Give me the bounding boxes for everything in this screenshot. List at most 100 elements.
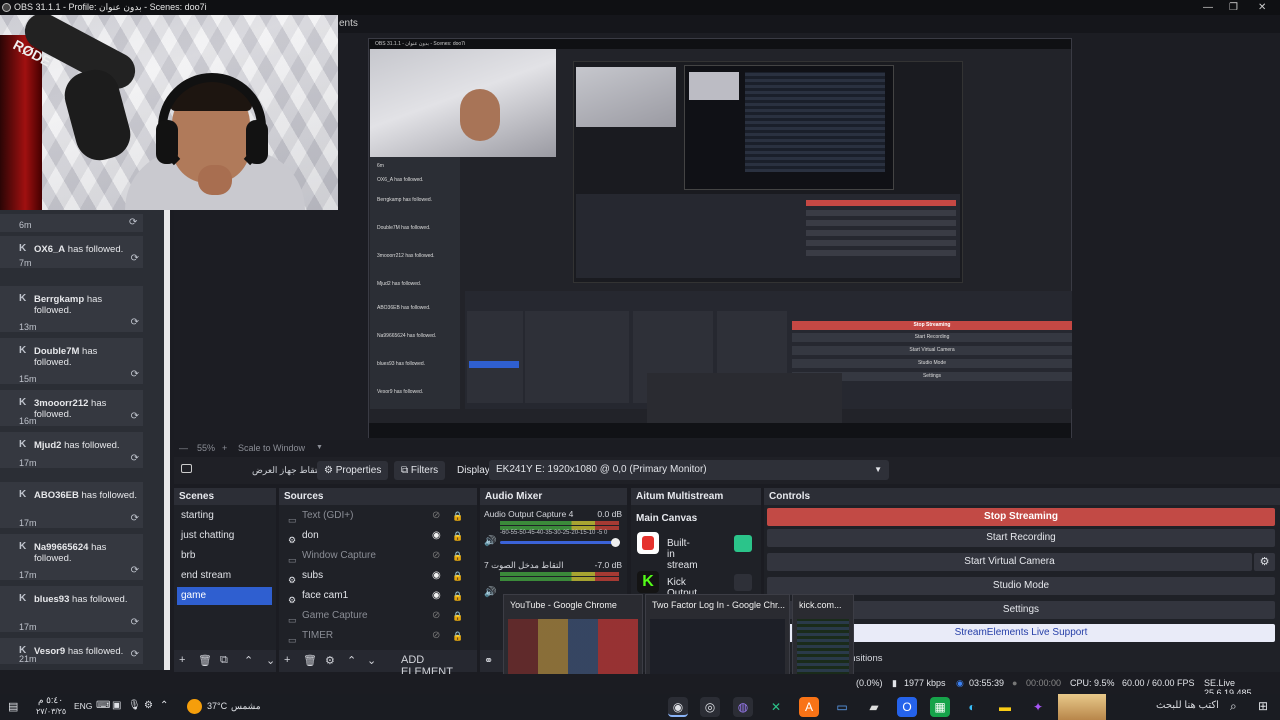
volume-slider[interactable] [500,538,620,547]
stream-time: 03:55:39 [969,678,1005,688]
display-select[interactable]: EK241Y E: 1920x1080 @ 0,0 (Primary Monit… [489,460,889,480]
orange-app-taskbar-icon[interactable]: A [799,697,819,717]
output-toggle[interactable] [734,535,752,552]
language-indicator[interactable]: ENG [74,701,92,711]
search-placeholder[interactable]: اكتب هنا للبحث [1156,700,1219,711]
eye-off-icon[interactable]: ⊘ [432,627,440,645]
settings-tray-icon[interactable]: ⚙ [144,700,153,711]
scale-mode-label[interactable]: Scale to Window [238,440,305,456]
app-taskbar-icon[interactable]: ✕ [766,697,786,717]
virtual-camera-settings-icon[interactable]: ⚙ [1254,553,1275,571]
filters-button[interactable]: ⧉ Filters [394,461,446,480]
weather-desc[interactable]: مشمس [231,701,261,712]
source-item[interactable]: ⚙ subs ◉ 🔒 [282,567,463,585]
source-item[interactable]: ▭ Game Capture ⊘ 🔒 [282,607,463,625]
weather-temp[interactable]: 37°C [207,701,227,711]
mixer-link-icon[interactable]: ⚭ [484,654,493,667]
minimize-icon[interactable]: — [1203,0,1213,15]
restore-icon[interactable]: ❐ [1229,0,1238,15]
discord-taskbar-icon[interactable]: ◍ [733,697,753,717]
eye-off-icon[interactable]: ⊘ [432,507,440,525]
remove-source-icon[interactable]: 🗑 [303,654,317,667]
lock-icon[interactable]: 🔒 [452,627,463,645]
zoom-out-button[interactable]: — [179,440,188,456]
source-move-down-icon[interactable]: ⌄ [367,654,376,667]
windows-start-icon[interactable]: ⊞ [1258,699,1268,713]
source-move-up-icon[interactable]: ⌃ [347,654,356,667]
refresh-icon[interactable]: ⟳ [131,565,139,576]
move-down-icon[interactable]: ⌄ [266,654,275,667]
output-toggle[interactable] [734,574,752,591]
speaker-icon[interactable]: 🔊 [484,536,496,547]
eye-icon[interactable]: ◉ [432,587,441,605]
eye-icon[interactable]: ◉ [432,527,441,545]
clock-date[interactable]: ٢٧/٠٣/٢٥ [36,707,66,716]
edge-taskbar-icon[interactable]: ◐ [962,697,982,717]
move-up-icon[interactable]: ⌃ [244,654,253,667]
lock-icon[interactable]: 🔒 [452,587,463,605]
stop-streaming-button[interactable]: Stop Streaming [767,508,1275,526]
eye-off-icon[interactable]: ⊘ [432,607,440,625]
refresh-icon[interactable]: ⟳ [131,253,139,264]
search-icon[interactable]: ⌕ [1230,699,1237,714]
refresh-icon[interactable]: ⟳ [129,217,137,228]
close-icon[interactable]: ✕ [1258,0,1266,15]
lock-icon[interactable]: 🔒 [452,547,463,565]
microphone-icon[interactable]: 🎙 [128,700,141,711]
keyboard-icon[interactable]: ⌨ [96,700,110,711]
refresh-icon[interactable]: ⟳ [131,369,139,380]
speaker-icon[interactable]: 🔊 [484,587,496,598]
start-virtual-camera-button[interactable]: Start Virtual Camera [767,553,1252,571]
notification-icon[interactable]: ▤ [8,700,18,713]
scene-item[interactable]: just chatting [177,527,272,545]
scene-item[interactable]: brb [177,547,272,565]
copilot-taskbar-icon[interactable]: ✦ [1028,697,1048,717]
refresh-icon[interactable]: ⟳ [131,453,139,464]
menu-item-fragment[interactable]: ents [339,15,358,33]
add-scene-icon[interactable]: + [179,654,185,666]
source-settings-icon[interactable]: ⚙ [325,654,335,667]
scene-item[interactable]: end stream [177,567,272,585]
obs-taskbar-icon[interactable]: ◎ [700,697,720,717]
file-explorer-taskbar-icon[interactable]: ▬ [995,697,1015,717]
scale-mode-caret-icon[interactable]: ▼ [316,440,323,456]
chevron-up-icon[interactable]: ⌃ [160,700,168,711]
source-item[interactable]: ▭ TIMER ⊘ 🔒 [282,627,463,645]
refresh-icon[interactable]: ⟳ [131,411,139,422]
zoom-in-button[interactable]: + [222,440,227,456]
remove-scene-icon[interactable]: 🗑 [198,654,212,667]
eye-off-icon[interactable]: ⊘ [432,547,440,565]
properties-button[interactable]: ⚙ Properties [317,461,389,480]
refresh-icon[interactable]: ⟳ [131,617,139,628]
lock-icon[interactable]: 🔒 [452,567,463,585]
scene-item[interactable]: game [177,587,272,605]
chat-message: blues93 has followed. [19,594,137,605]
scene-filters-icon[interactable]: ⧉ [220,654,228,667]
clock-time[interactable]: ٥:٤٠ م [38,695,63,706]
terminal-taskbar-icon[interactable]: ▰ [864,697,884,717]
chrome-taskbar-icon[interactable]: ◉ [668,697,688,717]
slider-knob[interactable] [611,538,620,547]
outlook-taskbar-icon[interactable]: O [897,697,917,717]
source-item[interactable]: ⚙ don ◉ 🔒 [282,527,463,545]
refresh-icon[interactable]: ⟳ [131,513,139,524]
studio-mode-button[interactable]: Studio Mode [767,577,1275,595]
source-item[interactable]: ⚙ face cam1 ◉ 🔒 [282,587,463,605]
store-taskbar-icon[interactable]: ▭ [832,697,852,717]
eye-icon[interactable]: ◉ [432,567,441,585]
lock-icon[interactable]: 🔒 [452,507,463,525]
kick-icon: K [637,571,659,593]
refresh-icon[interactable]: ⟳ [131,317,139,328]
display-label: Display [457,465,490,476]
lock-icon[interactable]: 🔒 [452,527,463,545]
nested-start-virtual-camera: Start Virtual Camera [792,346,1072,355]
source-item[interactable]: ▭ Text (GDI+) ⊘ 🔒 [282,507,463,525]
start-recording-button[interactable]: Start Recording [767,529,1275,547]
scene-item[interactable]: starting [177,507,272,525]
lock-icon[interactable]: 🔒 [452,607,463,625]
refresh-icon[interactable]: ⟳ [131,649,139,660]
source-item[interactable]: ▭ Window Capture ⊘ 🔒 [282,547,463,565]
green-app-taskbar-icon[interactable]: ▦ [930,697,950,717]
add-source-icon[interactable]: + [284,654,290,666]
network-icon[interactable]: ▣ [112,700,121,711]
